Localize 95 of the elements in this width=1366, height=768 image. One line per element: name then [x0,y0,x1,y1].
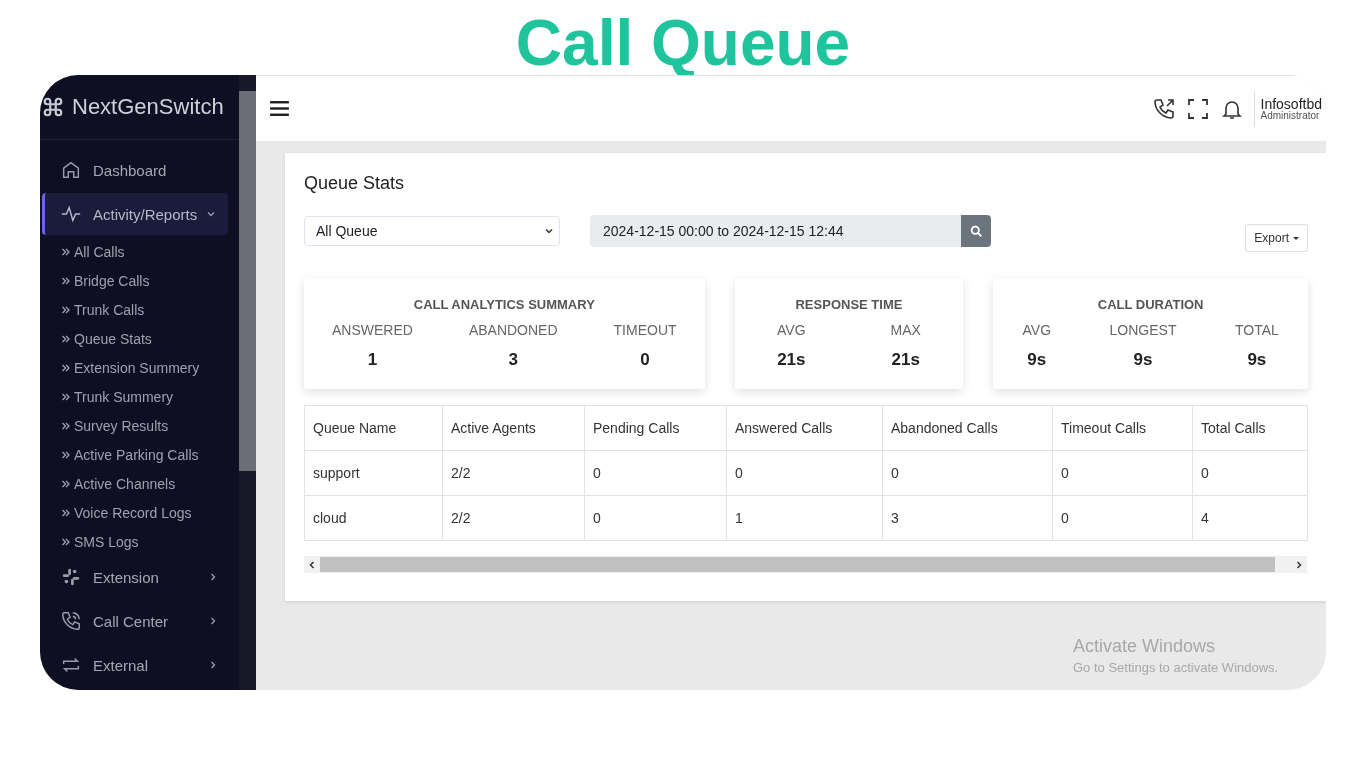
stat-label: TOTAL [1234,322,1279,338]
table-cell: 2/2 [442,450,585,496]
double-chevron-icon [61,246,71,257]
table-cell: cloud [304,495,443,541]
chevron-icon [208,616,218,626]
queue-select[interactable]: All Queue [304,216,560,246]
table-cell: 0 [882,450,1053,496]
table-cell: 0 [584,495,727,541]
double-chevron-icon [61,449,71,460]
column-header: Abandoned Calls [882,405,1053,451]
double-chevron-icon [61,420,71,431]
table-cell: 4 [1192,495,1308,541]
submenu-item[interactable]: Survey Results [40,411,239,440]
activation-subtitle: Go to Settings to activate Windows. [1073,660,1280,675]
grid-icon [60,566,82,588]
export-button[interactable]: Export [1245,224,1308,252]
chevron-icon [544,226,554,236]
search-button[interactable] [961,215,991,247]
table-cell: 0 [1052,495,1193,541]
double-chevron-icon [61,362,71,373]
submenu-item[interactable]: Active Parking Calls [40,440,239,469]
command-icon [42,96,64,118]
stat-label: MAX [890,322,921,338]
caret-icon [1293,236,1299,240]
stat-label: ANSWERED [332,322,413,338]
table-cell: 3 [882,495,1053,541]
submenu-item[interactable]: Trunk Calls [40,295,239,324]
stat-value: 9s [1133,350,1153,370]
table-cell: 0 [584,450,727,496]
table-cell: 0 [726,450,883,496]
table-cell: 1 [726,495,883,541]
stat-label: LONGEST [1109,322,1177,338]
stat-value: 21s [891,350,920,370]
submenu-item[interactable]: Extension Summery [40,353,239,382]
phone-icon [60,610,82,632]
stat-value: 1 [367,350,378,370]
horizontal-scrollbar[interactable] [304,556,1307,573]
column-header: Answered Calls [726,405,883,451]
nav-item[interactable]: Call Center [42,600,228,642]
submenu-item[interactable]: Voice Record Logs [40,498,239,527]
submenu-item[interactable]: All Calls [40,237,239,266]
column-header: Total Calls [1192,405,1308,451]
user-name[interactable]: Infosoftbd [1260,96,1322,111]
phone-outgoing-icon[interactable] [1151,96,1176,121]
nav-item[interactable]: Activity/Reports [42,193,228,235]
double-chevron-icon [61,478,71,489]
double-chevron-icon [61,391,71,402]
chevron-icon [206,209,216,219]
menu-icon[interactable] [270,101,289,116]
stat-value: 9s [1247,350,1267,370]
stat-value: 0 [640,350,650,370]
chevron-icon [208,660,218,670]
column-header: Timeout Calls [1052,405,1193,451]
user-role: Administrator [1260,110,1321,121]
double-chevron-icon [61,304,71,315]
summary-title: CALL DURATION [1096,297,1205,312]
column-header: Active Agents [442,405,585,451]
double-chevron-icon [61,333,71,344]
stat-value: 21s [777,350,806,370]
pulse-icon [60,203,82,225]
column-header: Queue Name [304,405,443,451]
activation-title: Activate Windows [1073,636,1217,657]
slide-title: Call Queue [514,6,852,75]
stat-label: ABANDONED [468,322,558,338]
scrollbar[interactable] [239,75,256,690]
submenu-item[interactable]: Bridge Calls [40,266,239,295]
table-cell: support [304,450,443,496]
submenu-item[interactable]: Trunk Summery [40,382,239,411]
chevron-icon [208,572,218,582]
stat-label: AVG [1022,322,1052,338]
double-chevron-icon [61,536,71,547]
table-cell: 2/2 [442,495,585,541]
house-icon [60,159,82,181]
submenu-item[interactable]: SMS Logs [40,527,239,556]
stat-label: AVG [777,322,806,338]
table-cell: 0 [1052,450,1193,496]
stat-value: 3 [508,350,518,370]
submenu-item[interactable]: Queue Stats [40,324,239,353]
date-range-field[interactable]: 2024-12-15 00:00 to 2024-12-15 12:44 [590,215,961,247]
nav-item[interactable]: External [42,644,228,686]
search-icon [969,224,983,238]
submenu-item[interactable]: Active Channels [40,469,239,498]
fullscreen-icon[interactable] [1185,96,1210,121]
nav-item[interactable]: Dashboard [42,149,228,191]
brand-name: NextGenSwitch [72,94,224,120]
double-chevron-icon [61,507,71,518]
summary-title: RESPONSE TIME [794,297,904,312]
double-chevron-icon [61,275,71,286]
page-title: Queue Stats [304,173,406,194]
stat-value: 9s [1027,350,1047,370]
table-cell: 0 [1192,450,1308,496]
nav-item[interactable]: Extension [42,556,228,598]
column-header: Pending Calls [584,405,727,451]
stat-label: TIMEOUT [613,322,677,338]
summary-title: CALL ANALYTICS SUMMARY [412,297,596,312]
